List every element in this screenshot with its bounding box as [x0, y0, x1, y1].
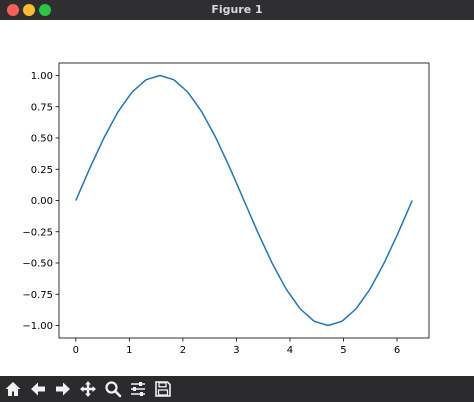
home-button[interactable]: [1, 377, 25, 401]
floppy-disk-icon: [155, 381, 171, 397]
home-icon: [5, 382, 21, 396]
y-tick-label: −1.00: [22, 321, 53, 332]
back-button[interactable]: [26, 377, 50, 401]
line-chart: 0 1 2 3 4 5 6 1.00 0.75 0.50 0.25 0.00 −0.25 −0.50 −0.…: [22, 62, 430, 356]
y-tick-label: −0.25: [22, 227, 53, 238]
series-line-0: [75, 74, 413, 327]
x-tick-label: 1: [126, 345, 132, 356]
x-tick-label: 0: [73, 345, 79, 356]
y-tick-label: 0.00: [31, 196, 53, 207]
window-titlebar: Figure 1: [0, 0, 474, 20]
x-tick-label: 2: [180, 345, 186, 356]
magnifier-icon: [105, 381, 122, 398]
figure-canvas[interactable]: 0 1 2 3 4 5 6 1.00 0.75 0.50 0.25 0.00 −0.25 −0.50 −0.…: [0, 20, 474, 376]
arrow-left-icon: [31, 382, 45, 396]
y-tick-label: 1.00: [31, 71, 53, 82]
y-tick-label: 0.25: [31, 165, 53, 176]
navigation-toolbar: [0, 376, 474, 402]
sliders-icon: [131, 382, 145, 396]
x-tick-label: 4: [287, 345, 293, 356]
save-button[interactable]: [151, 377, 175, 401]
window-title: Figure 1: [211, 3, 263, 16]
y-tick-label: −0.75: [22, 290, 53, 301]
move-icon: [80, 381, 96, 397]
y-tick-label: −0.50: [22, 259, 53, 270]
arrow-right-icon: [56, 382, 70, 396]
x-tick-label: 3: [233, 345, 239, 356]
pan-button[interactable]: [76, 377, 100, 401]
x-tick-label: 5: [340, 345, 346, 356]
zoom-button[interactable]: [101, 377, 125, 401]
y-tick-label: 0.75: [31, 102, 53, 113]
x-tick-label: 6: [394, 345, 400, 356]
configure-subplots-button[interactable]: [126, 377, 150, 401]
forward-button[interactable]: [51, 377, 75, 401]
y-tick-label: 0.50: [31, 134, 53, 145]
